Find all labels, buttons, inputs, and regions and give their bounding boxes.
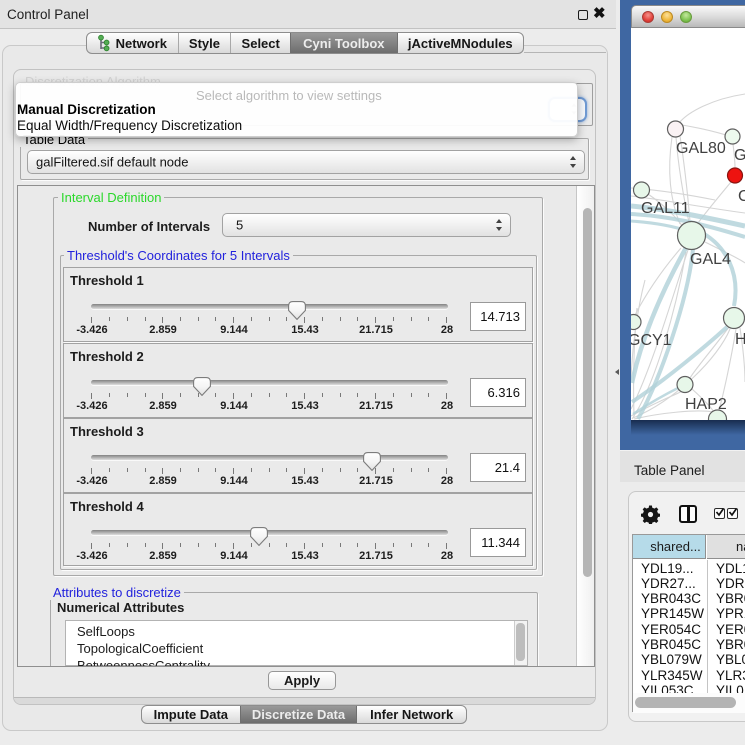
svg-text:GAL11: GAL11 — [641, 200, 690, 217]
svg-text:GCY1: GCY1 — [631, 332, 672, 349]
svg-text:GAL4: GAL4 — [690, 251, 731, 268]
svg-text:GA: GA — [734, 147, 745, 164]
svg-text:GAL80: GAL80 — [676, 140, 726, 157]
svg-text:HAP2: HAP2 — [685, 396, 727, 413]
svg-text:H: H — [735, 331, 745, 348]
svg-text:C: C — [738, 188, 745, 205]
